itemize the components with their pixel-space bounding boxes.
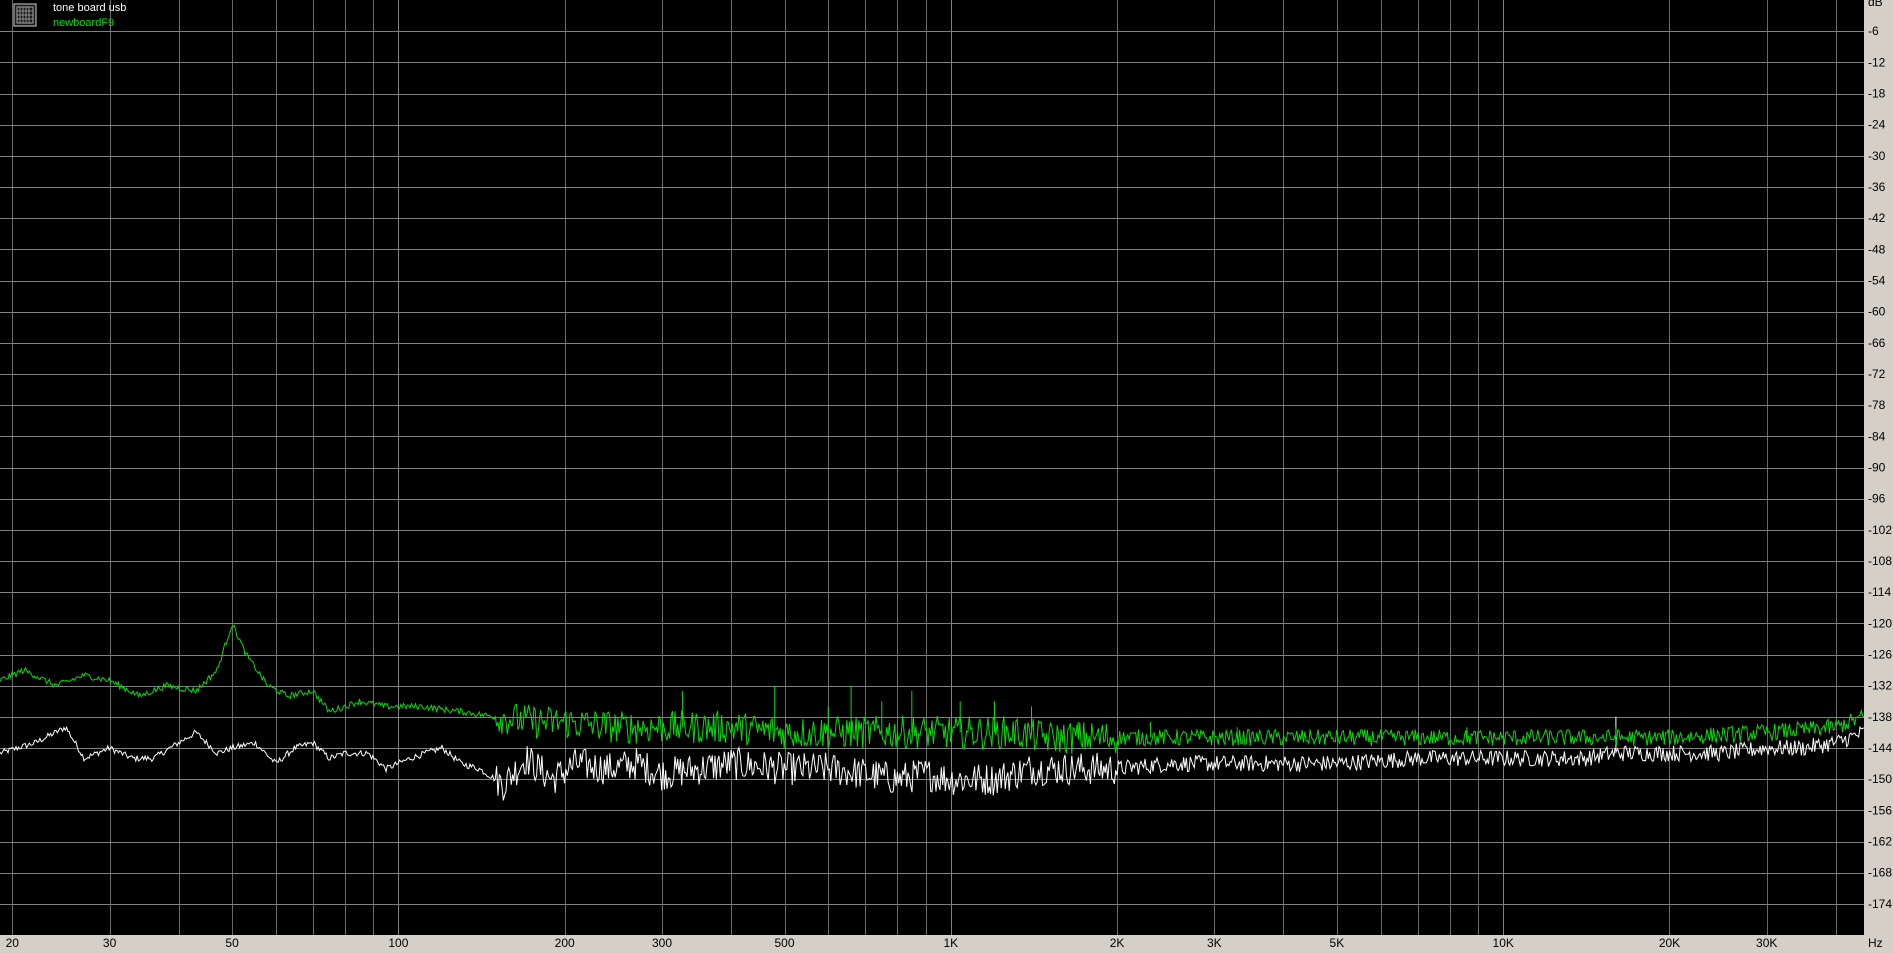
x-tick-label: 30 [103, 936, 117, 950]
y-tick-label: -90 [1868, 461, 1886, 475]
spectrum-window-icon[interactable] [13, 3, 37, 27]
y-tick-label: -174 [1868, 897, 1892, 911]
legend-entry-newboardf9: newboardF9 [53, 17, 114, 29]
x-tick-label: 300 [652, 936, 672, 950]
y-tick-label: -144 [1868, 741, 1892, 755]
x-axis: 20 30 50 100 200 300 500 1K 2K 3K 5K 10K 20K 30K Hz [0, 935, 1893, 953]
x-tick-label: 20 [6, 936, 20, 950]
x-tick-label: 20K [1659, 936, 1680, 950]
y-tick-label: -42 [1868, 211, 1886, 225]
y-tick-label: -60 [1868, 305, 1886, 319]
y-tick-label: -138 [1868, 710, 1892, 724]
x-tick-label: 100 [388, 936, 408, 950]
x-tick-label: 500 [774, 936, 794, 950]
x-tick-label: 5K [1330, 936, 1345, 950]
y-tick-label: dB [1868, 0, 1883, 9]
x-tick-label: 200 [555, 936, 575, 950]
y-tick-label: -6 [1868, 24, 1879, 38]
y-tick-label: -102 [1868, 523, 1892, 537]
y-tick-label: -162 [1868, 835, 1892, 849]
y-tick-label: -48 [1868, 242, 1886, 256]
y-tick-label: -36 [1868, 180, 1886, 194]
y-tick-label: -18 [1868, 87, 1886, 101]
y-tick-label: -96 [1868, 492, 1886, 506]
y-axis: dB -6 -12 -18 -24 -30 -36 -42 -48 -54 -60 -66 -72 -78… [1864, 0, 1893, 953]
y-tick-label: -54 [1868, 274, 1886, 288]
y-tick-label: -132 [1868, 679, 1892, 693]
legend-entry-tone-board-usb: tone board usb [53, 2, 126, 14]
y-tick-label: -114 [1868, 585, 1891, 599]
x-tick-label: 2K [1110, 936, 1125, 950]
y-tick-label: -84 [1868, 429, 1886, 443]
y-tick-label: -108 [1868, 554, 1892, 568]
x-tick-label: 50 [225, 936, 239, 950]
x-unit-label: Hz [1868, 936, 1883, 950]
x-tick-label: 1K [943, 936, 958, 950]
y-tick-label: -78 [1868, 398, 1886, 412]
y-tick-label: -150 [1868, 772, 1892, 786]
y-tick-label: -120 [1868, 616, 1892, 630]
y-tick-label: -168 [1868, 866, 1892, 880]
x-tick-label: 3K [1207, 936, 1222, 950]
x-tick-label: 30K [1756, 936, 1777, 950]
y-tick-label: -72 [1868, 367, 1886, 381]
y-tick-label: -30 [1868, 149, 1886, 163]
y-tick-label: -12 [1868, 55, 1886, 69]
y-tick-label: -24 [1868, 118, 1886, 132]
y-tick-label: -66 [1868, 336, 1886, 350]
spectrum-chart: dB -6 -12 -18 -24 -30 -36 -42 -48 -54 -60 -66 -72 -78… [0, 0, 1893, 953]
y-tick-label: -156 [1868, 803, 1892, 817]
x-tick-label: 10K [1493, 936, 1514, 950]
y-tick-label: -126 [1868, 648, 1892, 662]
plot-area [0, 0, 1864, 935]
